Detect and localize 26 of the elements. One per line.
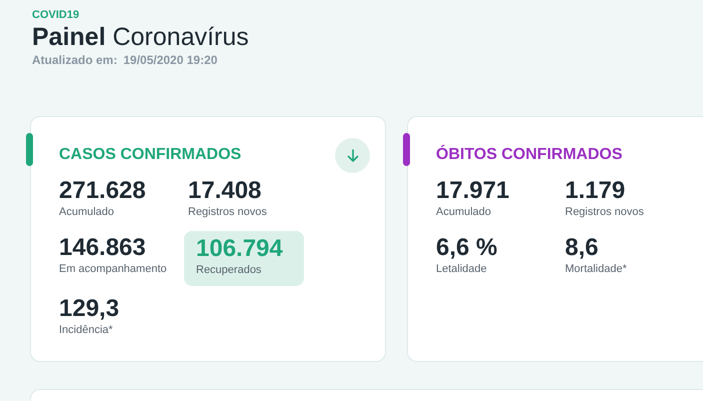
eyebrow-label: COVID19 <box>32 8 80 22</box>
stat-value: 6,6 % <box>436 234 498 262</box>
stat-label: Letalidade <box>436 262 487 276</box>
download-button[interactable] <box>335 138 370 173</box>
page-title: Painel Coronavírus <box>32 22 250 52</box>
stat-label: Recuperados <box>196 263 262 277</box>
stat-label: Mortalidade* <box>565 262 627 276</box>
updated-value: 19/05/2020 19:20 <box>123 52 218 68</box>
stat-value: 106.794 <box>196 235 283 263</box>
stat-value: 146.863 <box>59 234 146 262</box>
updated-label: Atualizado em: <box>32 52 118 68</box>
stat-value: 8,6 <box>565 234 598 262</box>
stat-value: 1.179 <box>565 177 626 205</box>
card-title: ÓBITOS CONFIRMADOS <box>436 144 622 165</box>
stat-label: Registros novos <box>565 205 644 219</box>
card-title: CASOS CONFIRMADOS <box>59 145 242 165</box>
stat-label: Em acompanhamento <box>59 262 167 276</box>
stat-value: 271.628 <box>59 177 146 205</box>
stat-label: Incidência* <box>59 323 113 337</box>
stat-value: 129,3 <box>59 295 120 323</box>
stat-label: Acumulado <box>436 205 492 219</box>
stat-label: Acumulado <box>59 205 114 219</box>
stat-label: Registros novos <box>188 205 267 219</box>
stat-value: 17.408 <box>188 177 262 205</box>
stat-value: 17.971 <box>436 177 510 205</box>
download-icon <box>346 149 358 162</box>
